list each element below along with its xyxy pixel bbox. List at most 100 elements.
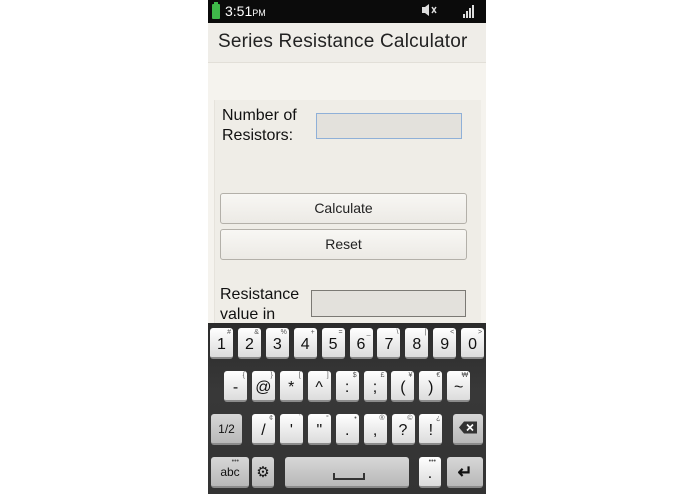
num-resistors-label-line1: Number of: [222, 107, 297, 124]
key-row2-4[interactable]: $:: [335, 371, 359, 402]
key-primary-label: !: [428, 422, 434, 439]
key-primary-label: :: [344, 379, 350, 396]
key-secondary-label: ₩: [461, 372, 469, 379]
backspace-icon: [453, 421, 483, 436]
key-secondary-label: |: [424, 329, 427, 336]
key-secondary-label: •: [354, 415, 357, 422]
key-primary-label: 4: [300, 336, 310, 353]
key-secondary-label: _: [366, 329, 371, 336]
resistance-label: Resistance value in: [220, 285, 310, 325]
key-primary-label: ^: [315, 379, 323, 396]
shift-page-key[interactable]: 1/2: [211, 414, 242, 445]
key-row2-8[interactable]: ₩ ~: [447, 371, 471, 402]
key-primary-label: 9: [440, 336, 450, 353]
key-primary-label: -: [232, 379, 239, 396]
num-resistors-label: Number of Resistors:: [222, 106, 317, 146]
key-secondary-label: }: [270, 372, 273, 379]
key-row3-0[interactable]: ¢ /: [252, 414, 275, 445]
space-icon: [333, 473, 365, 480]
phone-screen: 3:51PM Series Resistance Calculator Numb…: [208, 0, 486, 494]
key-row2-0[interactable]: {-: [224, 371, 247, 402]
key-secondary-label: {: [242, 372, 245, 379]
status-clock: 3:51PM: [225, 3, 266, 19]
title-bar: Series Resistance Calculator: [208, 23, 486, 63]
key-primary-label: 6: [356, 336, 366, 353]
key-secondary-label: £: [380, 372, 385, 379]
period-key-dots: •••: [428, 458, 436, 465]
enter-icon: ↵: [457, 462, 473, 482]
clock-time: 3:51: [225, 3, 253, 19]
key-row1-6[interactable]: \ 7: [377, 328, 401, 359]
key-secondary-label: =: [338, 329, 343, 336]
key-primary-label: *: [288, 379, 295, 396]
key-secondary-label: ®: [379, 415, 385, 422]
key-primary-label: ?: [398, 422, 408, 439]
key-row2-7[interactable]: €): [419, 371, 443, 402]
key-row3-2[interactable]: ° ": [307, 414, 331, 445]
key-primary-label: ;: [372, 379, 378, 396]
key-secondary-label: `: [298, 415, 301, 422]
mute-icon: [421, 3, 437, 21]
key-primary-label: 8: [412, 336, 422, 353]
key-primary-label: ): [428, 379, 434, 396]
key-primary-label: 2: [244, 336, 254, 353]
key-secondary-label: °: [325, 415, 329, 422]
num-resistors-input[interactable]: [316, 113, 462, 139]
key-primary-label: .: [344, 422, 350, 439]
key-row2-3[interactable]: ] ^: [307, 371, 331, 402]
key-row1-1[interactable]: & 2: [237, 328, 261, 359]
abc-key-label: abc: [220, 464, 240, 479]
key-row2-6[interactable]: ¥(: [391, 371, 415, 402]
key-primary-label: 7: [384, 336, 394, 353]
key-secondary-label: ¿: [436, 415, 441, 422]
clock-ampm: PM: [252, 8, 266, 18]
backspace-key[interactable]: [453, 414, 483, 445]
key-row1-7[interactable]: | 8: [405, 328, 429, 359]
status-bar: 3:51PM: [208, 0, 486, 23]
num-resistors-label-line2: Resistors:: [222, 127, 294, 144]
gear-icon: ⚙: [256, 463, 270, 481]
resistance-output-field[interactable]: [311, 290, 466, 317]
key-row1-4[interactable]: = 5: [321, 328, 345, 359]
key-row3-5[interactable]: ©?: [391, 414, 415, 445]
key-row1-9[interactable]: >0: [461, 328, 485, 359]
key-row1-0[interactable]: #1: [210, 328, 233, 359]
key-row1-3[interactable]: +4: [293, 328, 317, 359]
key-secondary-label: #: [227, 329, 231, 336]
key-row3-4[interactable]: ®,: [363, 414, 387, 445]
calculate-button[interactable]: Calculate: [220, 193, 467, 224]
period-key[interactable]: ••• .: [419, 457, 441, 488]
key-row3-3[interactable]: •.: [335, 414, 359, 445]
key-primary-label: 5: [328, 336, 338, 353]
shift-page-label: 1/2: [218, 421, 235, 436]
soft-keyboard: #1 & 2% 3 +4 = 5 _ 6 \ 7 | 8 <9 >0{-} @[*] ^ $: £; ¥(€) ₩ ~ ¢ /…: [208, 323, 486, 494]
key-primary-label: @: [255, 379, 272, 396]
key-secondary-label: &: [254, 329, 259, 336]
key-secondary-label: \: [396, 329, 399, 336]
key-secondary-label: +: [310, 329, 315, 336]
key-row1-8[interactable]: <9: [433, 328, 457, 359]
key-row2-1[interactable]: } @: [251, 371, 275, 402]
key-secondary-label: ]: [326, 372, 329, 379]
enter-key[interactable]: ↵: [447, 457, 483, 488]
key-primary-label: ,: [372, 422, 378, 439]
key-row2-2[interactable]: [*: [279, 371, 303, 402]
key-row1-5[interactable]: _ 6: [349, 328, 373, 359]
reset-button[interactable]: Reset: [220, 229, 467, 260]
key-row2-5[interactable]: £;: [363, 371, 387, 402]
key-secondary-label: ©: [407, 415, 413, 422]
settings-key[interactable]: ⚙: [252, 457, 274, 488]
key-primary-label: 1: [217, 336, 226, 353]
key-row3-1[interactable]: ` ': [279, 414, 303, 445]
key-row3-6[interactable]: ¿!: [419, 414, 443, 445]
signal-icon: [463, 5, 477, 18]
key-primary-label: 3: [272, 336, 282, 353]
key-row1-2[interactable]: % 3: [265, 328, 289, 359]
key-primary-label: 0: [468, 336, 478, 353]
resistance-label-line2: value in: [220, 306, 276, 323]
abc-key[interactable]: ••• abc: [211, 457, 249, 488]
key-primary-label: ~: [454, 379, 464, 396]
space-key[interactable]: [285, 457, 409, 488]
key-secondary-label: <: [450, 329, 455, 336]
key-secondary-label: [: [298, 372, 301, 379]
